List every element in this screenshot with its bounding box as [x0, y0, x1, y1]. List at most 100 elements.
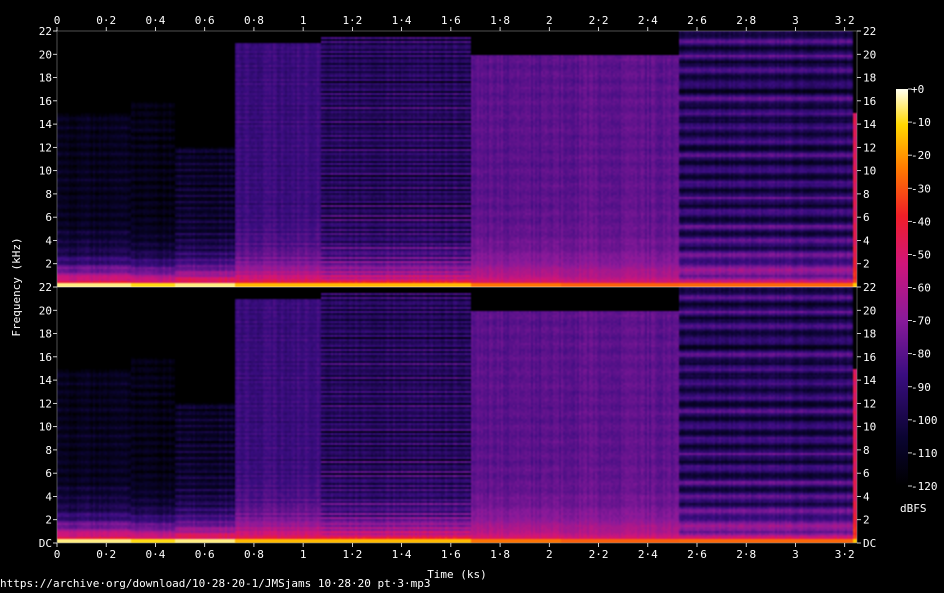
x-tick-bottom-label: 0·6: [195, 548, 215, 561]
x-tick-top-label: 0·6: [195, 14, 215, 27]
y-tick-left-label: 10: [39, 165, 52, 178]
y-tick-right-label: 20: [863, 304, 876, 317]
x-tick-top-label: 1·8: [490, 14, 510, 27]
colorbar-tick-label: -60: [911, 282, 931, 295]
spectrogram-figure: 0 0 0·2 0·2 0·4 0·4 0·6 0·6 0·8 0·8 1 1 1·2 1·2 1·4 1·4…: [10, 14, 938, 581]
colorbar-tick-label: -110: [911, 447, 938, 460]
y-tick-left-label: 18: [39, 72, 52, 85]
colorbar-tick-label: -90: [911, 381, 931, 394]
y-tick-left-label: 8: [45, 188, 52, 201]
y-tick-left-label: 18: [39, 328, 52, 341]
y-tick-right-label: 8: [863, 444, 870, 457]
y-tick-left-label: 10: [39, 421, 52, 434]
colorbar-tick-label: -120: [911, 480, 938, 493]
x-tick-top-label: 1·4: [392, 14, 412, 27]
y-tick-right-label: 12: [863, 141, 876, 154]
colorbar-tick-label: -80: [911, 348, 931, 361]
source-url: https://archive·org/download/10·28·20-1/…: [0, 577, 431, 590]
x-tick-bottom-label: 0: [54, 548, 61, 561]
y-tick-right-label: 16: [863, 351, 876, 364]
x-tick-top-label: 1: [300, 14, 307, 27]
colorbar-tick-label: -50: [911, 248, 931, 261]
y-tick-left-label: 12: [39, 397, 52, 410]
y-tick-right-label: 16: [863, 95, 876, 108]
y-tick-right-label: 10: [863, 421, 876, 434]
y-tick-right-label: 22: [863, 281, 876, 294]
x-tick-bottom-label: 3·2: [835, 548, 855, 561]
y-tick-left-label: 16: [39, 95, 52, 108]
y-tick-left-label: 14: [39, 118, 53, 131]
x-tick-bottom-label: 1·4: [392, 548, 412, 561]
y-tick-right-label: 2: [863, 258, 870, 271]
colorbar: [896, 89, 908, 486]
colorbar-tick-label: -70: [911, 315, 931, 328]
y-tick-left-label: 16: [39, 351, 52, 364]
y-tick-right-label: 20: [863, 48, 876, 61]
x-tick-top-label: 0·8: [244, 14, 264, 27]
x-tick-bottom-label: 0·8: [244, 548, 264, 561]
y-tick-left-label: DC: [39, 537, 52, 550]
x-tick-bottom-label: 2·4: [638, 548, 658, 561]
y-tick-right-label: 22: [863, 25, 876, 38]
y-tick-left-label: 20: [39, 304, 52, 317]
x-tick-bottom-label: 1: [300, 548, 307, 561]
y-tick-left-label: 6: [45, 211, 52, 224]
x-tick-top-label: 0: [54, 14, 61, 27]
y-tick-right-label: 10: [863, 165, 876, 178]
y-tick-right-label: 18: [863, 328, 876, 341]
x-tick-bottom-label: 3: [792, 548, 799, 561]
x-tick-top-label: 2·2: [589, 14, 609, 27]
colorbar-tick-label: -40: [911, 215, 931, 228]
x-tick-top-label: 3·2: [835, 14, 855, 27]
x-tick-bottom-label: 1·6: [441, 548, 461, 561]
x-tick-bottom-label: 0·4: [146, 548, 166, 561]
y-tick-right-label: 6: [863, 467, 870, 480]
y-tick-right-label: 4: [863, 234, 870, 247]
y-tick-left-label: 2: [45, 258, 52, 271]
x-tick-top-label: 2·6: [687, 14, 707, 27]
x-tick-top-label: 3: [792, 14, 799, 27]
x-tick-top-label: 0·2: [96, 14, 116, 27]
y-tick-left-label: 6: [45, 467, 52, 480]
x-tick-bottom-label: 2·2: [589, 548, 609, 561]
y-tick-right-label: 14: [863, 118, 877, 131]
channel-1-spectrogram: [57, 31, 857, 287]
y-axis-label: Frequency (kHz): [10, 237, 23, 336]
x-tick-top-label: 1·2: [342, 14, 362, 27]
y-tick-right-label: 2: [863, 514, 870, 527]
y-tick-right-label: 4: [863, 490, 870, 503]
y-tick-left-label: 20: [39, 48, 52, 61]
x-tick-bottom-label: 1·2: [342, 548, 362, 561]
colorbar-tick-label: -10: [911, 116, 931, 129]
channel-2-spectrogram: [57, 287, 857, 543]
colorbar-tick-label: -30: [911, 182, 931, 195]
colorbar-tick-label: +0: [911, 83, 924, 96]
x-tick-bottom-label: 2·8: [736, 548, 756, 561]
x-tick-top-label: 1·6: [441, 14, 461, 27]
x-tick-top-label: 2: [546, 14, 553, 27]
x-tick-bottom-label: 2·6: [687, 548, 707, 561]
y-tick-right-label: 12: [863, 397, 876, 410]
y-tick-right-label: 8: [863, 188, 870, 201]
x-tick-top-label: 0·4: [146, 14, 166, 27]
x-axis-label: Time (ks): [427, 568, 487, 581]
y-tick-left-label: 8: [45, 444, 52, 457]
x-tick-bottom-label: 2: [546, 548, 553, 561]
y-tick-left-label: 4: [45, 234, 52, 247]
x-tick-top-label: 2·8: [736, 14, 756, 27]
x-tick-top-label: 2·4: [638, 14, 658, 27]
colorbar-tick-label: -20: [911, 149, 931, 162]
y-tick-left-label: 14: [39, 374, 53, 387]
x-tick-bottom-label: 0·2: [96, 548, 116, 561]
y-tick-right-label: 6: [863, 211, 870, 224]
colorbar-label: dBFS: [900, 502, 927, 515]
y-tick-right-label: DC: [863, 537, 876, 550]
y-tick-right-label: 14: [863, 374, 877, 387]
y-tick-left-label: 22: [39, 25, 52, 38]
y-tick-right-label: 18: [863, 72, 876, 85]
y-tick-left-label: 2: [45, 514, 52, 527]
x-tick-bottom-label: 1·8: [490, 548, 510, 561]
y-tick-left-label: 12: [39, 141, 52, 154]
y-tick-left-label: 4: [45, 490, 52, 503]
colorbar-tick-label: -100: [911, 414, 938, 427]
